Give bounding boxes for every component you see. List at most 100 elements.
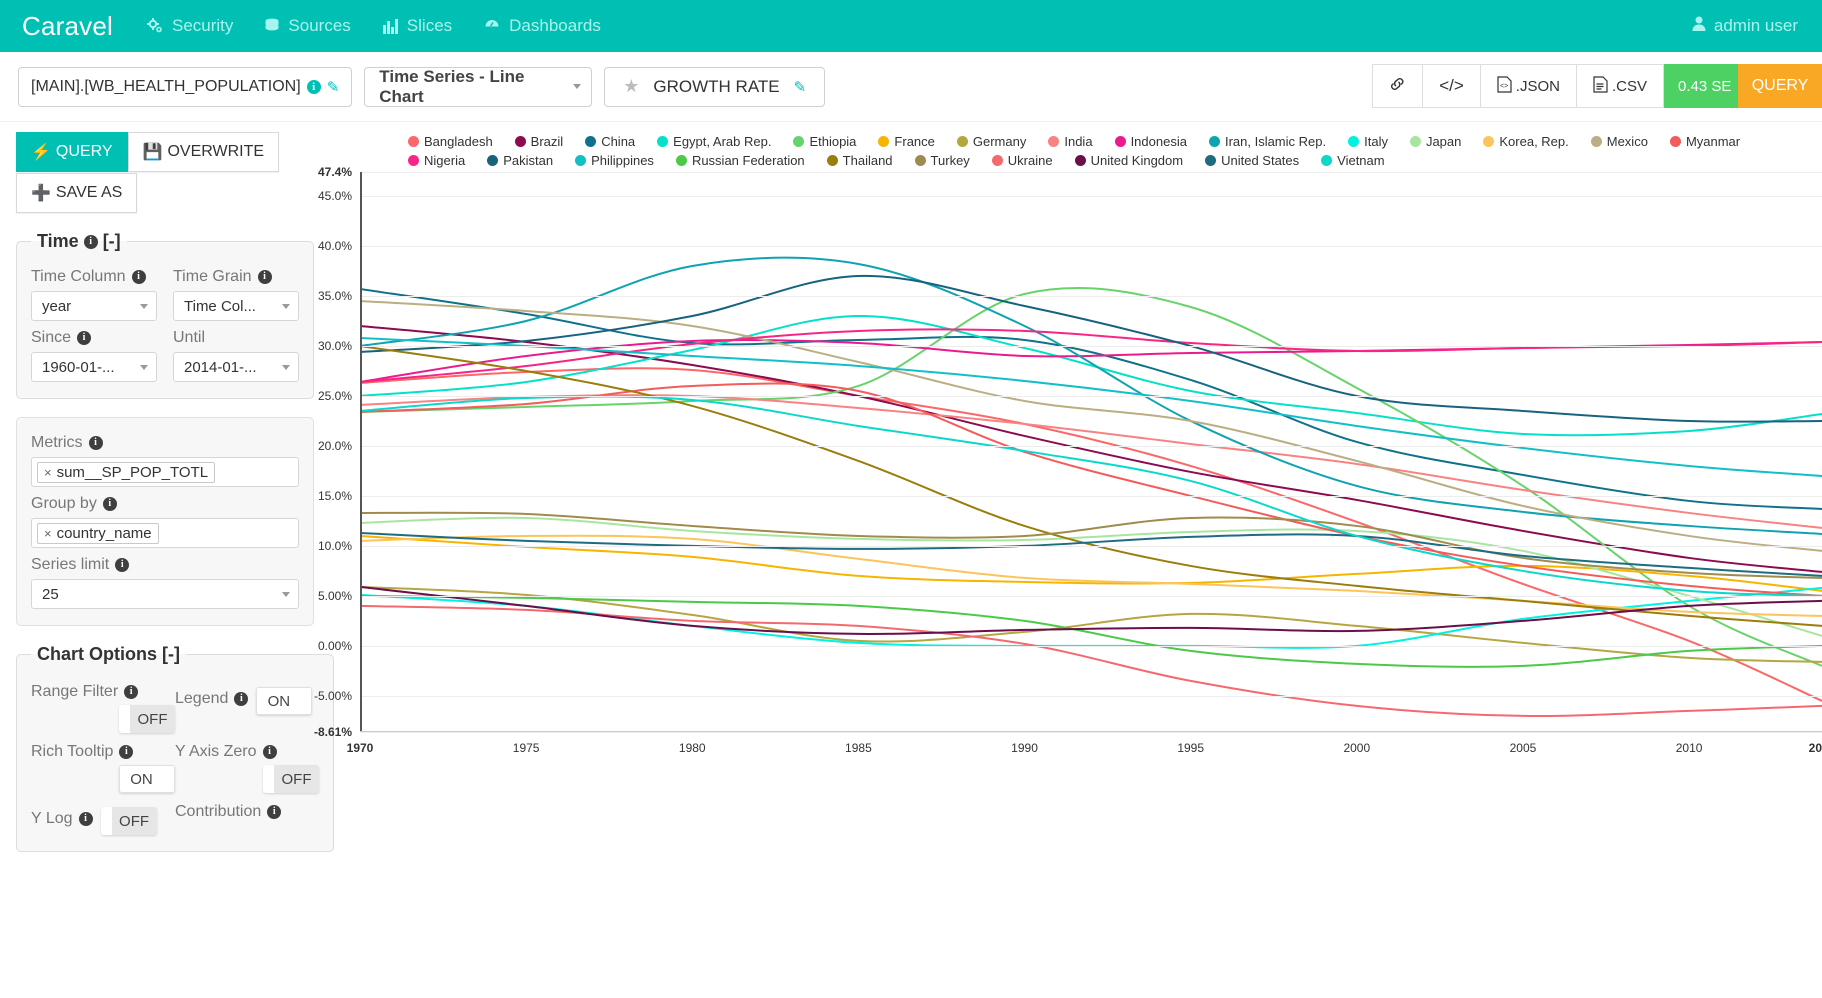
brand-logo[interactable]: Caravel	[22, 11, 113, 42]
legend-color-dot	[575, 155, 587, 166]
legend-item[interactable]: Thailand	[826, 153, 893, 168]
toggle-knob	[100, 807, 112, 835]
chart-series-line[interactable]	[360, 606, 1822, 716]
until-label-row: Until	[173, 329, 299, 347]
remove-token-icon[interactable]: ×	[44, 526, 52, 541]
info-icon[interactable]: i	[262, 745, 277, 759]
legend-item[interactable]: Japan	[1409, 134, 1461, 149]
legend-item[interactable]: Indonesia	[1114, 134, 1187, 149]
legend-item[interactable]: Philippines	[575, 153, 654, 168]
chart-series-line[interactable]	[360, 588, 1822, 648]
info-icon[interactable]: i	[234, 692, 249, 706]
legend-item[interactable]: China	[585, 134, 635, 149]
nav-item-dashboards[interactable]: Dashboards	[484, 16, 601, 36]
chart-options-legend[interactable]: Chart Options [-]	[31, 644, 186, 665]
legend-toggle[interactable]: ON	[256, 687, 313, 715]
legend-item[interactable]: France	[878, 134, 935, 149]
user-icon	[1692, 16, 1706, 36]
info-icon[interactable]: i	[83, 234, 98, 249]
legend-item[interactable]: Pakistan	[487, 153, 553, 168]
y-log-value: OFF	[119, 812, 150, 830]
toggle-knob	[300, 688, 312, 714]
legend-item[interactable]: Turkey	[914, 153, 970, 168]
until-select[interactable]: 2014-01-...	[173, 352, 299, 382]
legend-item-label: Philippines	[591, 153, 654, 168]
overwrite-button[interactable]: 💾 OVERWRITE	[127, 132, 280, 172]
info-icon[interactable]: i	[257, 270, 272, 284]
time-panel-collapse[interactable]: [-]	[103, 231, 121, 252]
legend-item-label: Germany	[972, 134, 1027, 149]
export-json-button[interactable]: <> .JSON	[1480, 64, 1577, 108]
user-menu[interactable]: admin user	[1692, 16, 1798, 36]
info-icon[interactable]: i	[267, 805, 282, 819]
legend-color-dot	[1205, 155, 1217, 166]
legend-item[interactable]: Iran, Islamic Rep.	[1208, 134, 1326, 149]
legend-item[interactable]: Ukraine	[991, 153, 1053, 168]
legend-color-dot	[826, 155, 838, 166]
y-axis-tick-label: 45.0%	[317, 188, 352, 203]
edit-slice-icon[interactable]: ✎	[794, 78, 807, 96]
legend-item[interactable]: United Kingdom	[1074, 153, 1184, 168]
info-icon[interactable]: i	[306, 79, 321, 94]
since-select[interactable]: 1960-01-...	[31, 352, 157, 382]
run-query-button[interactable]: QUERY	[1738, 64, 1822, 108]
legend-item-label: United Kingdom	[1090, 153, 1184, 168]
y-log-toggle[interactable]: OFF	[100, 807, 157, 835]
legend-item[interactable]: Vietnam	[1321, 153, 1385, 168]
star-icon[interactable]: ★	[623, 76, 639, 97]
chart-series-line[interactable]	[360, 384, 1822, 596]
info-icon[interactable]: i	[131, 270, 146, 284]
legend-item[interactable]: Russian Federation	[675, 153, 805, 168]
info-icon[interactable]: i	[124, 685, 139, 699]
legend-item[interactable]: Germany	[956, 134, 1027, 149]
legend-item[interactable]: Korea, Rep.	[1483, 134, 1569, 149]
datasource-label: [MAIN].[WB_HEALTH_POPULATION]	[31, 77, 301, 95]
info-icon[interactable]: i	[88, 436, 103, 450]
datasource-selector[interactable]: [MAIN].[WB_HEALTH_POPULATION] i ✎	[18, 66, 353, 107]
chart-series-line[interactable]	[360, 301, 1822, 551]
nav-item-slices[interactable]: Slices	[382, 16, 452, 36]
metrics-input[interactable]: × sum__SP_POP_TOTL	[31, 457, 299, 487]
legend-item[interactable]: Ethiopia	[793, 134, 856, 149]
info-icon[interactable]: i	[119, 745, 134, 759]
viz-type-selector[interactable]: Time Series - Line Chart	[364, 66, 593, 107]
nav-item-security[interactable]: Security	[147, 16, 233, 36]
view-query-button[interactable]: </>	[1423, 64, 1481, 108]
legend-item[interactable]: Mexico	[1590, 134, 1648, 149]
legend-item[interactable]: Myanmar	[1669, 134, 1740, 149]
legend-label-row: Legend i	[175, 690, 249, 708]
legend-item[interactable]: Egypt, Arab Rep.	[657, 134, 771, 149]
y-axis-zero-toggle[interactable]: OFF	[263, 765, 319, 793]
legend-item[interactable]: Nigeria	[408, 153, 465, 168]
y-gridline	[360, 595, 1822, 597]
remove-token-icon[interactable]: ×	[44, 465, 52, 480]
nav-item-sources[interactable]: Sources	[265, 16, 351, 36]
series-limit-select[interactable]: 25	[31, 579, 299, 609]
json-file-icon: <>	[1497, 75, 1512, 97]
x-axis-tick-label: 2000	[1343, 741, 1371, 755]
metric-token[interactable]: × sum__SP_POP_TOTL	[37, 461, 216, 483]
edit-datasource-icon[interactable]: ✎	[327, 78, 340, 96]
save-as-button[interactable]: ➕ SAVE AS	[16, 173, 138, 213]
groupby-token[interactable]: × country_name	[37, 522, 159, 544]
legend-item[interactable]: India	[1048, 134, 1093, 149]
range-filter-toggle[interactable]: OFF	[119, 705, 175, 733]
query-button[interactable]: ⚡ QUERY	[16, 132, 128, 172]
legend-item[interactable]: Brazil	[514, 134, 563, 149]
groupby-input[interactable]: × country_name	[31, 518, 299, 548]
legend-item[interactable]: United States	[1205, 153, 1299, 168]
export-csv-button[interactable]: .CSV	[1576, 64, 1664, 108]
legend-item[interactable]: Bangladesh	[408, 134, 493, 149]
info-icon[interactable]: i	[77, 331, 92, 345]
info-icon[interactable]: i	[102, 497, 117, 511]
slice-title[interactable]: ★ GROWTH RATE ✎	[604, 66, 826, 107]
chart-options-collapse[interactable]: [-]	[162, 644, 180, 665]
rich-tooltip-toggle[interactable]: ON	[119, 765, 175, 793]
time-grain-select[interactable]: Time Col...	[173, 291, 299, 321]
legend-item[interactable]: Italy	[1348, 134, 1388, 149]
time-column-select[interactable]: year	[31, 291, 157, 321]
share-link-button[interactable]	[1372, 64, 1424, 108]
info-icon[interactable]: i	[78, 812, 93, 826]
time-panel-legend[interactable]: Time i [-]	[31, 231, 127, 252]
info-icon[interactable]: i	[115, 558, 130, 572]
